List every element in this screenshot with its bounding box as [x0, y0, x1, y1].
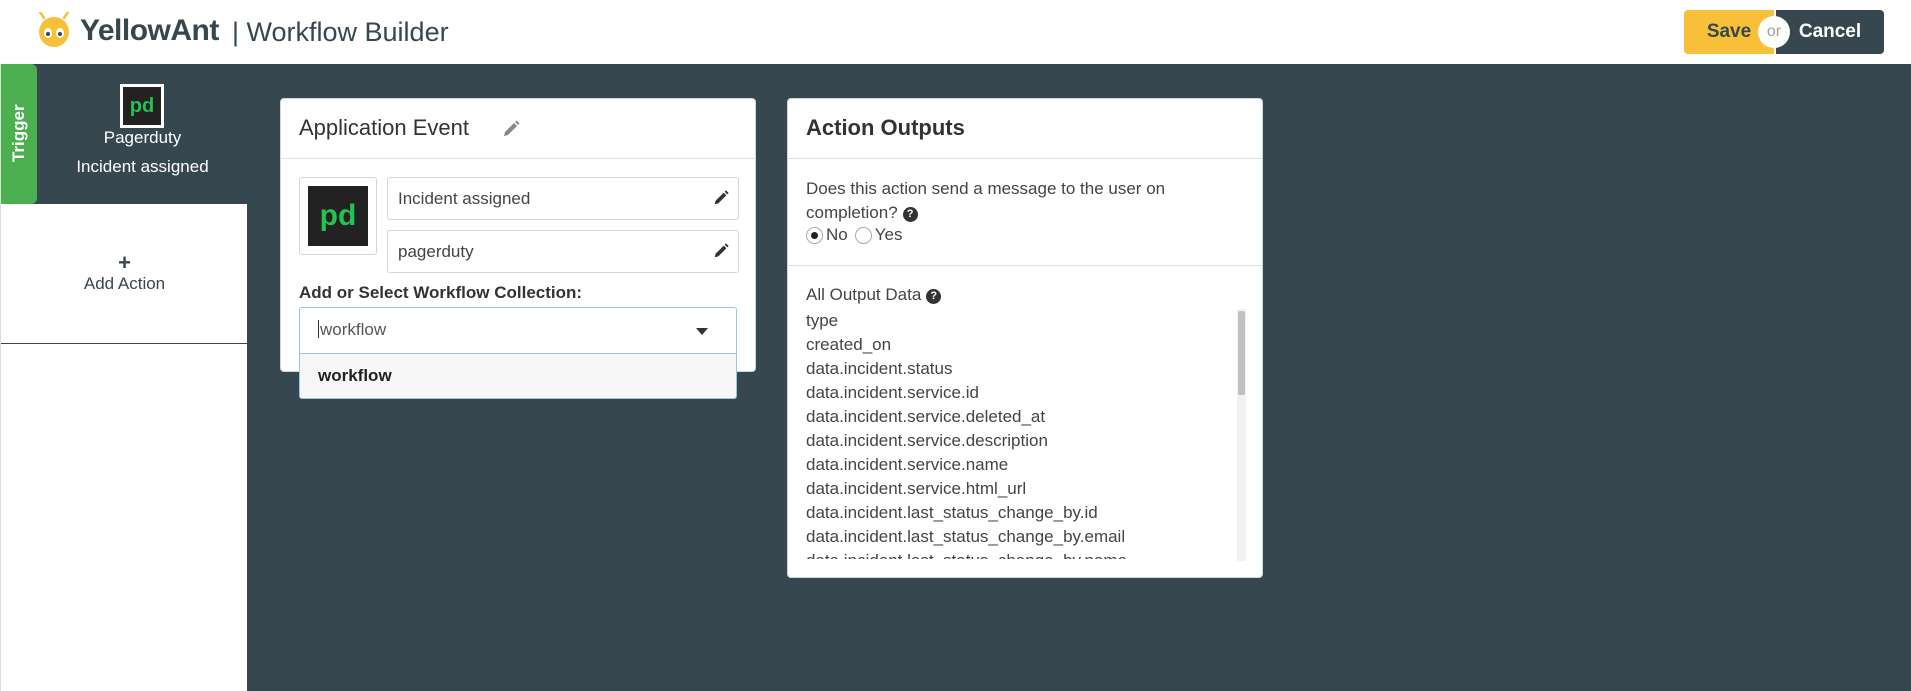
app-name-field[interactable]: pagerduty [387, 230, 739, 273]
svg-text:pd: pd [320, 199, 357, 232]
list-item[interactable]: data.incident.service.description [806, 429, 1234, 453]
list-item[interactable]: data.incident.service.id [806, 381, 1234, 405]
cancel-button[interactable]: Cancel [1776, 10, 1884, 54]
trigger-app-name: Pagerduty [103, 128, 182, 147]
trigger-tab-label: Trigger [9, 104, 28, 162]
divider [788, 265, 1262, 266]
radio-no[interactable] [806, 226, 823, 244]
card-title: Action Outputs [806, 115, 965, 140]
application-event-card: Application Event pd Incident assigned p… [280, 98, 756, 399]
output-title-text: All Output Data [806, 285, 922, 304]
radio-yes-label: Yes [874, 225, 903, 244]
caret-down-icon[interactable] [696, 328, 708, 335]
card-title: Application Event [299, 115, 469, 140]
add-action-label: Add Action [83, 273, 166, 293]
page-title: | Workflow Builder [232, 17, 449, 47]
brand-name: YellowAnt [80, 14, 219, 47]
or-divider-badge: or [1758, 16, 1790, 48]
list-item[interactable]: data.incident.service.name [806, 453, 1234, 477]
pagerduty-icon: pd [308, 186, 368, 246]
workflow-collection-select[interactable]: workflow [299, 307, 737, 354]
card-header: Action Outputs [788, 99, 1262, 159]
message-question: Does this action send a message to the u… [806, 177, 1226, 225]
pagerduty-icon: pd [120, 84, 164, 128]
scrollbar-thumb[interactable] [1238, 311, 1245, 395]
dropdown-option[interactable]: workflow [299, 354, 737, 399]
text-cursor [318, 320, 319, 338]
list-item[interactable]: data.incident.last_status_change_by.emai… [806, 525, 1234, 549]
list-item[interactable]: type [806, 309, 1234, 333]
output-data-list: All Output Data? type created_on data.in… [806, 285, 1234, 559]
radio-yes[interactable] [854, 226, 872, 244]
list-item[interactable]: data.incident.status [806, 357, 1234, 381]
event-name-field[interactable]: Incident assigned [387, 177, 739, 220]
list-item[interactable]: data.incident.last_status_change_by.name [806, 549, 1234, 559]
output-list-title: All Output Data? [806, 285, 1234, 309]
question-text: Does this action send a message to the u… [806, 179, 1166, 222]
svg-text:pd: pd [130, 95, 154, 117]
pagerduty-logo-box: pd [299, 177, 377, 255]
action-outputs-card: Action Outputs Does this action send a m… [787, 98, 1263, 578]
trigger-event-name: Incident assigned [76, 157, 209, 176]
help-icon[interactable]: ? [926, 289, 942, 304]
help-icon[interactable]: ? [902, 207, 918, 222]
output-list-scrollbar[interactable] [1237, 309, 1246, 561]
list-item[interactable]: data.incident.last_status_change_by.id [806, 501, 1234, 525]
edit-pencil-icon[interactable] [501, 119, 521, 139]
radio-no-label: No [826, 225, 848, 244]
plus-icon: + [118, 249, 131, 275]
edit-pencil-icon[interactable] [712, 189, 730, 207]
trigger-tab: Trigger [1, 64, 37, 204]
collection-label: Add or Select Workflow Collection: [299, 283, 583, 302]
message-radio-group: No Yes [806, 225, 902, 245]
list-item[interactable]: data.incident.service.html_url [806, 477, 1234, 501]
app-name-value: pagerduty [398, 242, 474, 261]
collection-select-value: workflow [320, 320, 387, 339]
edit-pencil-icon[interactable] [712, 242, 730, 260]
workflow-sidebar: Trigger pd Pagerduty Incident assigned +… [0, 64, 248, 691]
add-action-button[interactable]: + Add Action [1, 204, 248, 344]
top-header: YellowAnt | Workflow Builder Save or Can… [0, 0, 1911, 64]
trigger-step[interactable]: Trigger pd Pagerduty Incident assigned [1, 64, 248, 204]
event-name-value: Incident assigned [398, 189, 531, 208]
list-item[interactable]: created_on [806, 333, 1234, 357]
yellowant-logo-icon [38, 12, 70, 47]
card-header: Application Event [281, 99, 755, 159]
list-item[interactable]: data.incident.service.deleted_at [806, 405, 1234, 429]
